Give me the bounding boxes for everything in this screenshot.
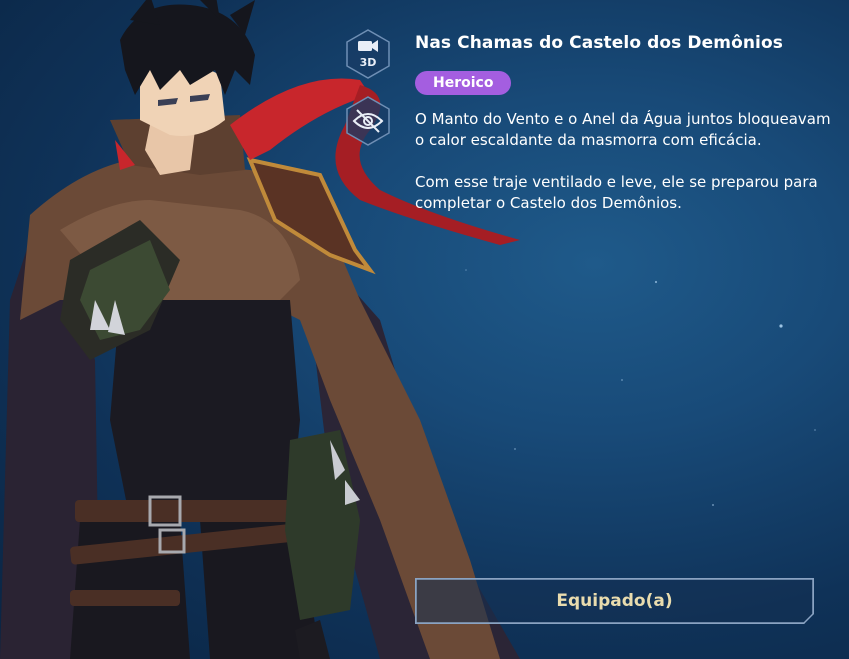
skin-detail-screen: 3D Nas Chamas do Castelo dos Demônios He… — [0, 0, 849, 659]
skin-description: O Manto do Vento e o Anel da Água juntos… — [415, 109, 835, 235]
description-paragraph: Com esse traje ventilado e leve, ele se … — [415, 173, 818, 212]
view-3d-label: 3D — [359, 56, 377, 69]
equipped-button[interactable]: Equipado(a) — [415, 578, 814, 624]
character-illustration — [0, 0, 520, 659]
skin-title: Nas Chamas do Castelo dos Demônios — [415, 33, 783, 53]
view-3d-button[interactable]: 3D — [345, 28, 391, 80]
rarity-badge: Heroico — [415, 71, 512, 95]
hide-ui-button[interactable] — [345, 95, 391, 147]
equipped-button-label: Equipado(a) — [556, 591, 673, 611]
hexagon-frame — [346, 29, 390, 79]
description-paragraph: O Manto do Vento e o Anel da Água juntos… — [415, 110, 831, 149]
